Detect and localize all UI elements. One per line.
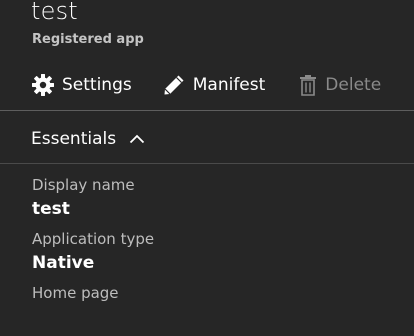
delete-label: Delete xyxy=(325,75,382,95)
divider xyxy=(0,163,414,164)
display-name-value: test xyxy=(32,199,70,219)
command-bar: Settings Manifest Delete xyxy=(31,70,381,100)
gear-icon xyxy=(31,73,55,97)
pencil-icon xyxy=(162,73,186,97)
page-subtitle: Registered app xyxy=(32,32,144,47)
display-name-label: Display name xyxy=(32,176,135,194)
settings-label: Settings xyxy=(62,75,132,95)
settings-button[interactable]: Settings xyxy=(31,73,132,97)
page-title: test xyxy=(31,0,78,25)
divider xyxy=(0,110,414,111)
application-type-value: Native xyxy=(32,253,95,273)
essentials-toggle[interactable]: Essentials xyxy=(31,127,145,151)
manifest-label: Manifest xyxy=(192,75,266,95)
delete-button[interactable]: Delete xyxy=(298,74,381,96)
chevron-up-icon xyxy=(116,134,145,144)
essentials-title: Essentials xyxy=(31,129,117,149)
home-page-label: Home page xyxy=(32,284,119,302)
app-blade: test Registered app Settings Manifest De… xyxy=(0,0,414,336)
manifest-button[interactable]: Manifest xyxy=(162,73,266,97)
trash-icon xyxy=(298,74,318,96)
application-type-label: Application type xyxy=(32,230,155,248)
